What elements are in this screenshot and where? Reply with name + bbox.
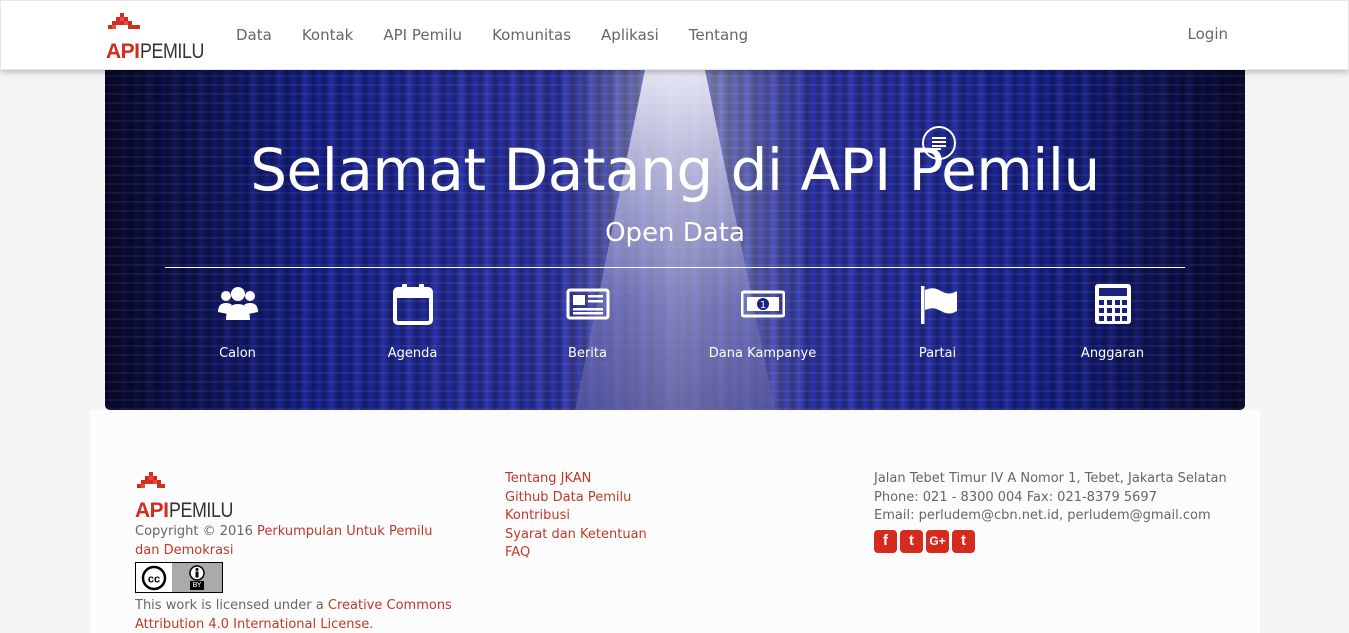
svg-text:1: 1 <box>759 300 765 311</box>
footer-link-syarat[interactable]: Syarat dan Ketentuan <box>505 526 647 545</box>
calculator-icon <box>1094 284 1131 324</box>
footer-link-kontribusi[interactable]: Kontribusi <box>505 507 647 526</box>
footer-link-tentang-jkan[interactable]: Tentang JKAN <box>505 470 647 489</box>
brand-pemilu-text: PEMILU <box>168 499 233 522</box>
cc-by-label: BY <box>189 581 205 590</box>
license-prefix: This work is licensed under a <box>135 598 328 613</box>
contact-email: Email: perludem@cbn.net.id, perludem@gma… <box>874 508 1211 523</box>
category-berita[interactable]: Berita <box>500 282 675 372</box>
twitter-icon[interactable]: t <box>900 529 923 553</box>
menu-toggle-button[interactable] <box>922 126 956 160</box>
contact-address: Jalan Tebet Timur IV A Nomor 1, Tebet, J… <box>874 471 1227 486</box>
category-list: Calon Agenda Berita 1 Dana Kampanye Part… <box>150 282 1200 372</box>
flag-icon <box>920 286 957 324</box>
hero-banner: Selamat Datang di API Pemilu Open Data C… <box>105 70 1245 410</box>
logo-mark: APIPEMILU <box>106 11 211 63</box>
cc-license-badge[interactable]: cc BY <box>135 562 223 593</box>
hero-subtitle: Open Data <box>605 218 745 248</box>
footer: APIPEMILU Copyright © 2016 Perkumpulan U… <box>90 410 1260 633</box>
nav-item-aplikasi[interactable]: Aplikasi <box>586 26 674 44</box>
footer-link-github[interactable]: Github Data Pemilu <box>505 489 647 508</box>
category-anggaran[interactable]: Anggaran <box>1025 282 1200 372</box>
brand-pemilu-text: PEMILU <box>139 40 204 63</box>
hero-title: Selamat Datang di API Pemilu <box>250 136 1100 204</box>
brand-logo[interactable]: APIPEMILU <box>106 11 211 63</box>
contact-phone: Phone: 021 - 8300 004 Fax: 021-8379 5697 <box>874 489 1157 505</box>
nav-item-kontak[interactable]: Kontak <box>287 26 369 44</box>
list-icon <box>932 137 946 150</box>
social-links: f t G+ t <box>874 529 1227 553</box>
svg-text:cc: cc <box>148 573 160 585</box>
copyright-text: Copyright © 2016 Perkumpulan Untuk Pemil… <box>135 522 455 560</box>
facebook-icon[interactable]: f <box>874 529 897 553</box>
nav-item-api-pemilu[interactable]: API Pemilu <box>368 26 477 44</box>
brand-api-text: API <box>106 40 140 63</box>
footer-link-faq[interactable]: FAQ <box>505 544 647 563</box>
money-icon: 1 <box>740 290 785 318</box>
pixel-flame-icon <box>108 13 140 29</box>
category-label: Dana Kampanye <box>708 346 817 361</box>
nav-menu: Data Kontak API Pemilu Komunitas Aplikas… <box>221 1 763 69</box>
category-label: Anggaran <box>1080 346 1145 361</box>
users-icon <box>217 287 258 320</box>
license-text: This work is licensed under a Creative C… <box>135 596 455 633</box>
category-partai[interactable]: Partai <box>850 282 1025 372</box>
brand-api-text: API <box>135 499 169 522</box>
pixel-flame-icon <box>137 472 165 488</box>
footer-about: APIPEMILU Copyright © 2016 Perkumpulan U… <box>135 470 455 633</box>
category-calon[interactable]: Calon <box>150 282 325 372</box>
nav-item-tentang[interactable]: Tentang <box>674 26 763 44</box>
navbar: APIPEMILU Data Kontak API Pemilu Komunit… <box>0 0 1349 70</box>
category-dana-kampanye[interactable]: 1 Dana Kampanye <box>675 282 850 372</box>
footer-wordmark: APIPEMILU <box>135 500 244 522</box>
footer-contact: Jalan Tebet Timur IV A Nomor 1, Tebet, J… <box>874 470 1227 553</box>
calendar-icon <box>392 284 433 325</box>
nav-item-data[interactable]: Data <box>221 26 287 44</box>
nav-item-komunitas[interactable]: Komunitas <box>477 26 586 44</box>
copyright-prefix: Copyright © 2016 <box>135 524 258 539</box>
newspaper-icon <box>566 288 609 320</box>
footer-links: Tentang JKAN Github Data Pemilu Kontribu… <box>505 470 647 563</box>
attribution-icon: BY <box>172 563 222 592</box>
cc-icon: cc <box>136 563 172 592</box>
footer-logo: APIPEMILU <box>135 470 240 522</box>
google-plus-icon[interactable]: G+ <box>926 529 949 553</box>
license-suffix: . <box>369 617 374 632</box>
category-label: Partai <box>918 346 957 361</box>
brand-wordmark: APIPEMILU <box>106 41 215 63</box>
category-label: Berita <box>568 346 607 361</box>
login-link[interactable]: Login <box>1188 25 1228 43</box>
tumblr-icon[interactable]: t <box>952 529 975 553</box>
hero-divider <box>165 267 1185 268</box>
category-label: Calon <box>219 346 256 361</box>
category-label: Agenda <box>387 346 438 361</box>
category-agenda[interactable]: Agenda <box>325 282 500 372</box>
